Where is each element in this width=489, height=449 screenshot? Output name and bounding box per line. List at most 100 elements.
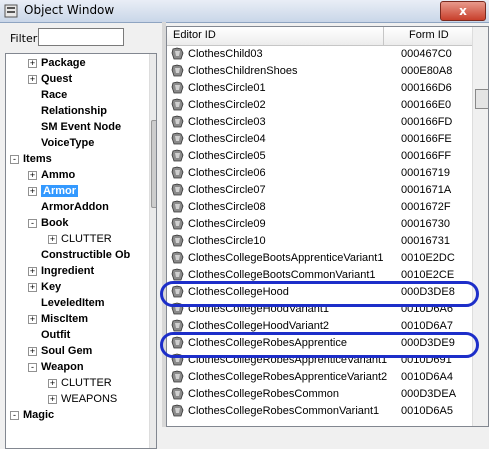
tree-item-label: Items — [23, 153, 52, 165]
editor-id-cell: ClothesChild03 — [188, 48, 263, 60]
tree-item[interactable]: + Armor — [6, 184, 148, 200]
tree-item[interactable]: + CLUTTER — [6, 232, 148, 248]
tree-item-label: CLUTTER — [61, 233, 112, 245]
form-id-cell: 000166E0 — [401, 99, 452, 111]
tree-item[interactable]: Outfit — [6, 328, 148, 344]
form-id-cell: 000467C0 — [401, 48, 452, 60]
tree-item[interactable]: + Soul Gem — [6, 344, 148, 360]
list-row[interactable]: ClothesCircle03 000166FD — [167, 114, 472, 131]
tree-item[interactable]: ArmorAddon — [6, 200, 148, 216]
tree-item[interactable]: Race — [6, 88, 148, 104]
list-header: Editor ID Form ID — [167, 27, 472, 46]
expand-icon[interactable]: + — [28, 347, 37, 356]
list-row[interactable]: ClothesCircle06 00016719 — [167, 165, 472, 182]
expand-icon[interactable]: + — [28, 75, 37, 84]
list-row[interactable]: ClothesChildrenShoes 000E80A8 — [167, 63, 472, 80]
form-id-cell: 0010E2DC — [401, 252, 455, 264]
tree-item[interactable]: + WEAPONS — [6, 392, 148, 408]
list-row[interactable]: ClothesCircle04 000166FE — [167, 131, 472, 148]
form-id-cell: 0010D6A4 — [401, 371, 453, 383]
armor-icon — [171, 115, 184, 128]
tree-item[interactable]: Relationship — [6, 104, 148, 120]
list-row[interactable]: ClothesCircle05 000166FF — [167, 148, 472, 165]
column-header-form-id[interactable]: Form ID — [409, 29, 449, 41]
list-row[interactable]: ClothesCircle10 00016731 — [167, 233, 472, 250]
list-row[interactable]: ClothesCircle07 0001671A — [167, 182, 472, 199]
expand-icon[interactable]: + — [28, 315, 37, 324]
editor-id-cell: ClothesCollegeRobesCommonVariant1 — [188, 405, 380, 417]
armor-icon — [171, 370, 184, 383]
armor-icon — [171, 166, 184, 179]
list-row[interactable]: ClothesCircle08 0001672F — [167, 199, 472, 216]
list-row[interactable]: ClothesCollegeRobesApprenticeVariant2 001… — [167, 369, 472, 386]
tree-item[interactable]: + Key — [6, 280, 148, 296]
armor-icon — [171, 404, 184, 417]
tree-item-label: Magic — [23, 409, 55, 421]
tree-item-label: CLUTTER — [61, 377, 112, 389]
tree-item[interactable]: LeveledItem — [6, 296, 148, 312]
collapse-icon[interactable]: - — [28, 219, 37, 228]
expand-icon[interactable]: + — [48, 235, 57, 244]
list-row[interactable]: ClothesCollegeRobesCommon 000D3DEA — [167, 386, 472, 403]
tree-item[interactable]: + MiscItem — [6, 312, 148, 328]
armor-icon — [171, 98, 184, 111]
tree-item[interactable]: + Ammo — [6, 168, 148, 184]
editor-id-cell: ClothesCircle10 — [188, 235, 266, 247]
list-scrollbar-thumb[interactable] — [475, 89, 488, 109]
collapse-icon[interactable]: - — [10, 411, 19, 420]
tree-scrollbar[interactable] — [149, 54, 156, 448]
tree-item[interactable]: + CLUTTER — [6, 376, 148, 392]
column-header-editor-id[interactable]: Editor ID — [173, 29, 216, 41]
close-button[interactable]: x — [440, 1, 486, 21]
tree-item[interactable]: + Quest — [6, 72, 148, 88]
editor-id-cell: ClothesCircle03 — [188, 116, 266, 128]
expand-icon[interactable]: + — [28, 267, 37, 276]
list-scrollbar[interactable] — [472, 27, 488, 426]
tree-item-label: VoiceType — [41, 137, 95, 149]
tree-item-label: Quest — [41, 73, 73, 85]
expand-icon[interactable]: + — [28, 171, 37, 180]
expand-icon[interactable]: + — [28, 187, 37, 196]
tree-item-label: Package — [41, 57, 86, 69]
tree-item-label: ArmorAddon — [41, 201, 109, 213]
list-row[interactable]: ClothesCollegeRobesCommonVariant1 0010D6A… — [167, 403, 472, 420]
tree-item-label: SM Event Node — [41, 121, 122, 133]
tree-item[interactable]: Constructible Ob — [6, 248, 148, 264]
tree-item[interactable]: VoiceType — [6, 136, 148, 152]
tree-item[interactable]: - Weapon — [6, 360, 148, 376]
armor-icon — [171, 251, 184, 264]
armor-icon — [171, 183, 184, 196]
collapse-icon[interactable]: - — [28, 363, 37, 372]
expand-icon[interactable]: + — [48, 395, 57, 404]
object-list[interactable]: Editor ID Form ID ClothesChild03 000467C0… — [166, 26, 489, 427]
list-row[interactable]: ClothesCollegeBootsApprenticeVariant1 001… — [167, 250, 472, 267]
list-row[interactable]: ClothesCircle09 00016730 — [167, 216, 472, 233]
form-id-cell: 00016731 — [401, 235, 450, 247]
tree-item[interactable]: + Package — [6, 56, 148, 72]
form-id-cell: 000166FD — [401, 116, 453, 128]
tree-item[interactable]: + Ingredient — [6, 264, 148, 280]
expand-icon[interactable]: + — [48, 379, 57, 388]
armor-icon — [171, 234, 184, 247]
collapse-icon[interactable]: - — [10, 155, 19, 164]
title-bar[interactable]: Object Window x — [0, 0, 489, 23]
tree-item-label: LeveledItem — [41, 297, 105, 309]
list-row[interactable]: ClothesChild03 000467C0 — [167, 46, 472, 63]
tree-item[interactable]: SM Event Node — [6, 120, 148, 136]
filter-input[interactable] — [38, 28, 124, 46]
column-divider[interactable] — [383, 27, 384, 45]
list-row[interactable]: ClothesCircle02 000166E0 — [167, 97, 472, 114]
editor-id-cell: ClothesCircle04 — [188, 133, 266, 145]
armor-icon — [171, 200, 184, 213]
list-row[interactable]: ClothesCircle01 000166D6 — [167, 80, 472, 97]
expand-icon[interactable]: + — [28, 59, 37, 68]
expand-icon[interactable]: + — [28, 283, 37, 292]
tree-item[interactable]: - Items — [6, 152, 148, 168]
category-tree[interactable]: + Package + Quest Race Relationship SM Event N… — [5, 53, 157, 449]
tree-scrollbar-thumb[interactable] — [151, 120, 156, 208]
form-id-cell: 000166FE — [401, 133, 452, 145]
tree-item[interactable]: - Book — [6, 216, 148, 232]
editor-id-cell: ClothesCircle06 — [188, 167, 266, 179]
tree-item[interactable]: - Magic — [6, 408, 148, 424]
editor-id-cell: ClothesChildrenShoes — [188, 65, 298, 77]
